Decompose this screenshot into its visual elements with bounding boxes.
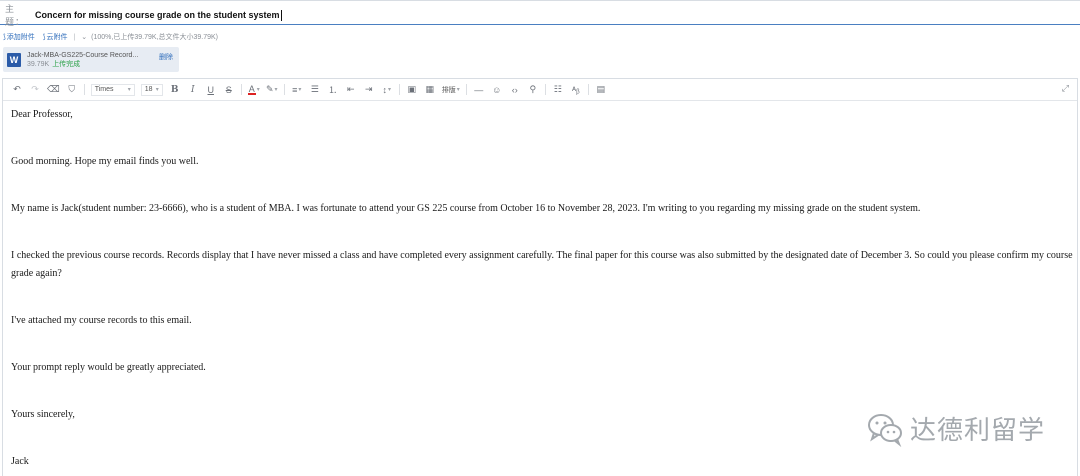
table-icon[interactable]: ▦ [424,83,436,97]
font-family-select[interactable]: Times ▾ [90,83,135,96]
subject-input[interactable]: Concern for missing course grade on the … [35,10,280,20]
attachment-card[interactable]: W Jack-MBA-GS225-Course Record... 39.79K… [3,47,179,72]
spellcheck-icon[interactable]: ᴬᵦ [570,83,582,97]
attachment-size: 39.79K [27,60,50,68]
chevron-down-icon: ▾ [456,87,460,93]
chevron-down-icon: ▾ [274,87,278,93]
chevron-down-icon[interactable]: ⌄ [81,33,87,41]
word-icon: W [7,52,21,67]
divider [465,84,467,95]
body-paragraph: Your prompt reply would be greatly appre… [11,362,206,373]
cloud-attachment-label: 云附件 [46,34,68,41]
font-size-value: 18 [144,86,153,93]
text-caret [280,9,282,21]
subject-row: 主 题： Concern for missing course grade on… [0,4,1080,27]
divider [240,84,242,95]
emoji-icon[interactable]: ☺ [491,83,503,97]
font-size-select[interactable]: 18 ▾ [140,83,163,96]
font-color-letter: A [248,83,255,94]
indent-increase-icon[interactable]: ⇥ [363,83,375,97]
line-height-icon: ↕ [382,84,387,95]
color-bar [247,92,256,95]
delete-attachment-button[interactable]: 删除 [159,52,173,62]
align-button[interactable]: ≡ ▾ [291,83,303,97]
editor-toolbar: ↶ ↷ ⌫ ⛉ Times ▾ 18 ▾ B I U S A ▾ ✎ ▾ ≡ ▾ ☰ ⒈ … [3,79,1077,101]
cloud-attachment-link[interactable]: ⟆ 云附件 [43,32,68,42]
subject-label: 主 题： [5,4,26,27]
chevron-down-icon: ▾ [298,87,302,93]
bullet-list-icon[interactable]: ☰ [309,83,321,97]
image-icon[interactable]: ▣ [406,83,418,97]
highlight-color-button[interactable]: ✎ ▾ [266,83,278,97]
body-paragraph: My name is Jack(student number: 23-6666)… [11,203,921,214]
signature: Jack [11,456,29,467]
window-top-border [0,0,1080,3]
bold-button[interactable]: B [169,83,181,97]
strikethrough-button[interactable]: S [223,83,235,97]
template-icon[interactable]: ☷ [552,83,564,97]
link-icon[interactable]: ⚲ [527,83,539,97]
font-color-icon: A [247,83,256,95]
eraser-icon[interactable]: ⌫ [47,83,60,97]
underline-button[interactable]: U [205,83,217,97]
divider [398,84,400,95]
numbered-list-icon[interactable]: ⒈ [327,83,339,97]
indent-decrease-icon[interactable]: ⇤ [345,83,357,97]
paperclip-icon: ⟆ [3,34,6,41]
document-icon[interactable]: ▤ [595,83,607,97]
undo-icon[interactable]: ↶ [11,83,23,97]
upload-complete-status: 上传完成 [52,60,81,68]
layout-style-label: 排版 [441,86,456,94]
divider [544,84,546,95]
chevron-down-icon: ▾ [155,87,159,93]
divider [83,84,85,95]
watermark-text: 达德利留学 [910,416,1046,446]
chevron-down-icon: ▾ [127,87,131,93]
add-attachment-link[interactable]: ⟆ 添加附件 [3,32,35,42]
format-painter-icon[interactable]: ⛉ [66,83,78,97]
redo-icon[interactable]: ↷ [29,83,41,97]
divider [587,84,589,95]
watermark: 达德利留学 [866,410,1045,447]
align-left-icon: ≡ [292,84,298,95]
add-attachment-label: 添加附件 [6,34,35,41]
body-paragraph: Good morning. Hope my email finds you we… [11,156,199,167]
attachment-info: Jack-MBA-GS225-Course Record... 39.79K 上传… [27,51,138,69]
font-color-button[interactable]: A ▾ [247,83,260,97]
divider [283,84,285,95]
chevron-down-icon: ▾ [256,87,260,93]
wechat-icon [868,413,902,447]
body-paragraph: I've attached my course records to this … [11,315,192,326]
body-paragraph: I checked the previous course records. R… [11,250,1073,279]
code-icon[interactable]: ‹› [509,83,521,97]
highlighter-icon: ✎ [265,84,274,94]
greeting: Dear Professor, [11,109,73,120]
font-family-value: Times [94,86,114,93]
chevron-down-icon: ▾ [387,87,391,93]
line-height-button[interactable]: ↕ ▾ [381,83,393,97]
paperclip-icon: ⟆ [42,34,46,41]
expand-icon[interactable]: ⤢ [1062,83,1069,94]
divider: | [73,33,76,41]
attachment-links: ⟆ 添加附件 ⟆ 云附件 | ⌄ (100%,已上传39.79K,总文件大小39… [3,31,218,43]
attachment-name: Jack-MBA-GS225-Course Record... [27,51,139,59]
layout-style-button[interactable]: 排版 ▾ [442,85,460,95]
upload-status: (100%,已上传39.79K,总文件大小39.79K) [91,34,218,41]
attachment-meta: 39.79K 上传完成 [27,60,138,69]
horizontal-rule-icon[interactable]: — [473,83,485,97]
italic-button[interactable]: I [187,83,199,97]
